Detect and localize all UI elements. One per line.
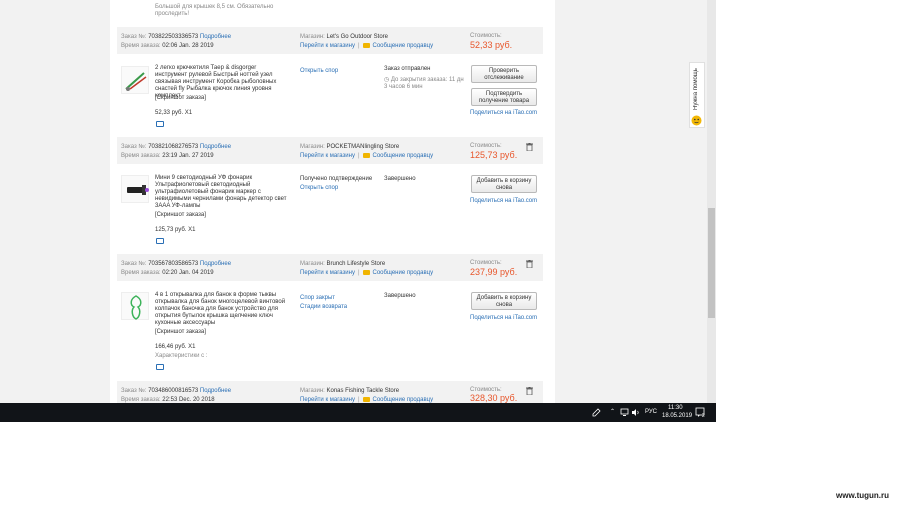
cost-label: Стоимость: <box>470 260 502 266</box>
add-to-cart-again-button[interactable]: Добавить в корзину снова <box>471 175 537 193</box>
order-number-line: Заказ №: 703821068276573 Подробнее <box>121 144 232 150</box>
order-time-line: Время заказа: 02:06 Jan. 28 2019 <box>121 43 214 49</box>
order-details-link[interactable]: Подробнее <box>200 144 231 150</box>
windows-taskbar <box>0 403 716 422</box>
open-dispute-link[interactable]: Открыть спор <box>300 68 338 75</box>
order-status: Заказ отправлен <box>384 66 431 72</box>
store-actions: Перейти к магазину | Сообщение продавцу <box>300 153 434 159</box>
message-seller-link[interactable]: Сообщение продавцу <box>373 270 434 276</box>
order-details-link[interactable]: Подробнее <box>200 261 231 267</box>
goto-store-link[interactable]: Перейти к магазину <box>300 153 355 159</box>
store-name-line: Магазин: Konas Fishing Tackle Store <box>300 388 400 394</box>
product-thumbnail[interactable] <box>121 66 149 94</box>
clock-date[interactable]: 18.05.2019 <box>662 413 692 419</box>
clock-time[interactable]: 11:30 <box>668 405 683 411</box>
order-cost: 237,99 руб. <box>470 267 518 277</box>
order-status: Завершено <box>384 176 416 182</box>
right-margin <box>555 0 707 403</box>
add-to-cart-again-button[interactable]: Добавить в корзину снова <box>471 292 537 310</box>
product-title[interactable]: Мини 9 светодиодный УФ фонарик Ультрафио… <box>155 175 290 210</box>
share-line: Поделиться на iTao.com <box>470 315 538 321</box>
order-time-line: Время заказа: 02:20 Jan. 04 2019 <box>121 270 214 276</box>
share-itao-link[interactable]: iTao.com <box>513 198 537 204</box>
order-number-line: Заказ №: 703822503336573 Подробнее <box>121 34 232 40</box>
snapshot-icon[interactable] <box>156 238 164 244</box>
store-name-line: Магазин: Brunch Lifestyle Store <box>300 261 386 267</box>
share-itao-link[interactable]: iTao.com <box>513 315 537 321</box>
dispute-closed-link[interactable]: Спор закрыт <box>300 295 335 302</box>
price-quantity: 52,33 руб. X1 <box>155 110 193 116</box>
help-tab-label: Нужна помощь <box>693 68 699 110</box>
volume-icon[interactable] <box>631 408 640 417</box>
help-face-icon <box>691 115 702 126</box>
trash-icon[interactable] <box>526 387 533 395</box>
network-icon[interactable] <box>620 408 629 417</box>
order-cost: 328,30 руб. <box>470 393 518 403</box>
message-icon <box>362 153 370 158</box>
order-details-link[interactable]: Подробнее <box>200 388 231 394</box>
order-cost: 125,73 руб. <box>470 150 518 160</box>
scrollbar-thumb[interactable] <box>708 208 715 318</box>
notifications-count: 2 <box>702 413 705 419</box>
pen-icon[interactable] <box>592 408 601 417</box>
watermark: www.tugun.ru <box>836 491 890 500</box>
store-actions: Перейти к магазину | Сообщение продавцу <box>300 270 434 276</box>
trash-icon[interactable] <box>526 143 533 151</box>
cost-label: Стоимость: <box>470 33 502 39</box>
snapshot-icon[interactable] <box>156 364 164 370</box>
product-title[interactable]: 4 в 1 открывалка для банок в форме тыквы… <box>155 292 290 327</box>
order-time-line: Время заказа: 23:19 Jan. 27 2019 <box>121 153 214 159</box>
screenshot-link[interactable]: [Скриншот заказа] <box>155 212 206 219</box>
flashlight-icon <box>127 185 149 195</box>
language-indicator[interactable]: РУС <box>645 409 657 415</box>
message-icon <box>362 397 370 402</box>
message-seller-link[interactable]: Сообщение продавцу <box>373 153 434 159</box>
goto-store-link[interactable]: Перейти к магазину <box>300 270 355 276</box>
browser-viewport: Большой для крышек 8,5 см. Обязательно п… <box>0 0 716 422</box>
previous-order-fragment: Большой для крышек 8,5 см. Обязательно п… <box>155 4 274 17</box>
store-name-line: Магазин: POCKETMANlingling Store <box>300 144 400 150</box>
product-thumbnail[interactable] <box>121 292 149 320</box>
snapshot-icon[interactable] <box>156 121 164 127</box>
clock-icon: ◷ <box>384 77 390 83</box>
scrollbar-track[interactable] <box>707 0 716 403</box>
goto-store-link[interactable]: Перейти к магазину <box>300 43 355 49</box>
price-quantity: 125,73 руб. X1 <box>155 227 196 233</box>
share-line: Поделиться на iTao.com <box>470 110 538 116</box>
characteristics: Характеристики с : <box>155 353 208 359</box>
screenshot-link[interactable]: [Скриншот заказа] <box>155 329 206 336</box>
screenshot-link[interactable]: [Скриншот заказа] <box>155 95 206 102</box>
share-itao-link[interactable]: iTao.com <box>513 110 537 116</box>
order-number-line: Заказ №: 703567803586573 Подробнее <box>121 261 232 267</box>
store-actions: Перейти к магазину | Сообщение продавцу <box>300 43 434 49</box>
return-stages-link[interactable]: Стадии возврата <box>300 304 347 311</box>
trash-icon[interactable] <box>526 260 533 268</box>
price-quantity: 166,46 руб. X1 <box>155 344 196 350</box>
message-seller-link[interactable]: Сообщение продавцу <box>373 43 434 49</box>
chevron-up-icon[interactable]: ⌃ <box>610 408 615 415</box>
cost-label: Стоимость: <box>470 143 502 149</box>
can-opener-icon <box>130 295 142 320</box>
check-tracking-button[interactable]: Проверить отслеживание <box>471 65 537 83</box>
order-details-link[interactable]: Подробнее <box>200 34 231 40</box>
share-line: Поделиться на iTao.com <box>470 198 538 204</box>
order-number-line: Заказ №: 703486000816573 Подробнее <box>121 388 232 394</box>
product-thumbnail[interactable] <box>121 175 149 203</box>
close-timer: ◷ До закрытия заказа: 11 дн 3 часов 6 ми… <box>384 77 464 90</box>
left-margin <box>0 0 110 403</box>
fishing-tool-icon <box>125 72 147 91</box>
store-name-line: Магазин: Let's Go Outdoor Store <box>300 34 388 40</box>
order-cost: 52,33 руб. <box>470 40 513 50</box>
open-dispute-link[interactable]: Открыть спор <box>300 185 338 192</box>
order-status: Завершено <box>384 293 416 299</box>
confirmation-received: Получено подтверждение <box>300 176 373 182</box>
message-icon <box>362 270 370 275</box>
confirm-receipt-button[interactable]: Подтвердить получение товара <box>471 88 537 106</box>
message-icon <box>362 43 370 48</box>
